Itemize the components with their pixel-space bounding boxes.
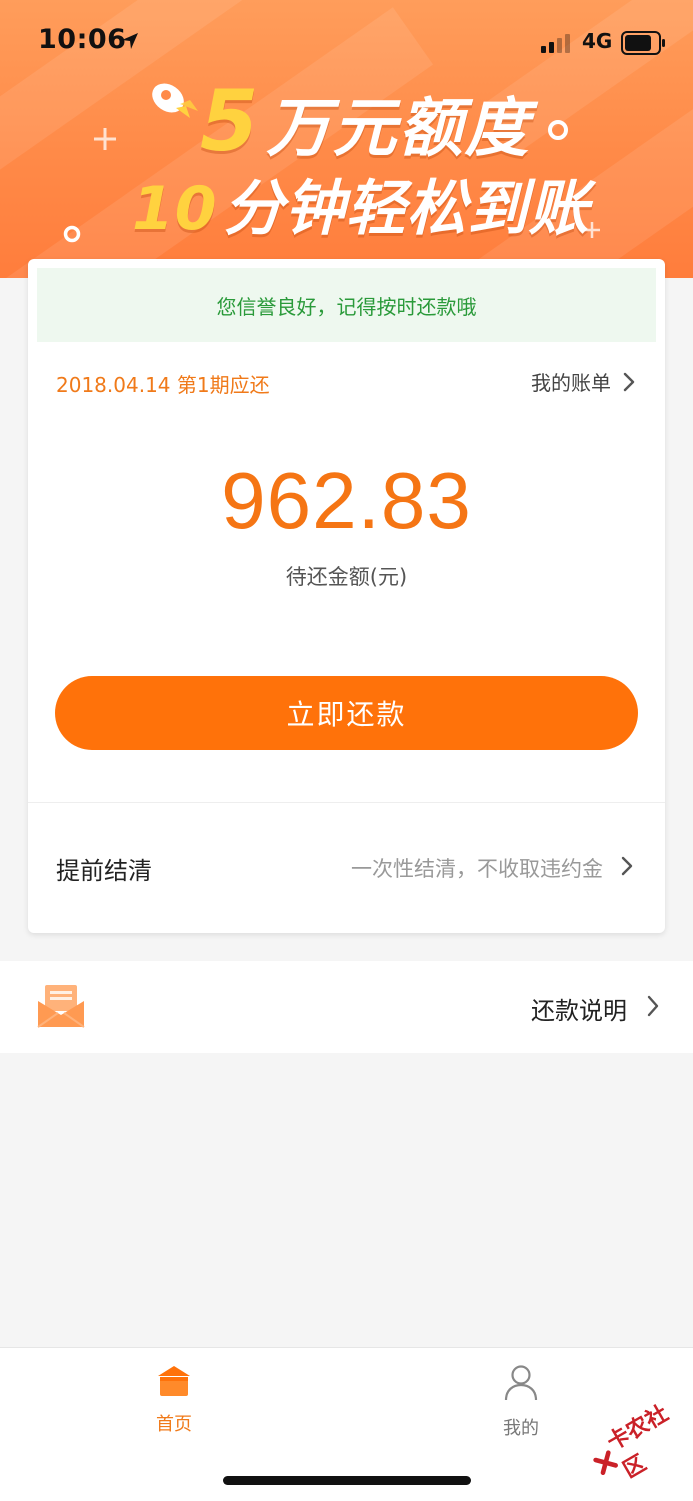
tab-mine-label: 我的 [503,1418,539,1439]
chevron-right-icon [621,856,633,876]
repay-now-button[interactable]: 立即还款 [55,676,638,750]
early-settle-title: 提前结清 [56,857,152,885]
ring-icon [548,120,568,140]
network-type: 4G [582,29,613,53]
repay-instructions-label: 还款说明 [531,997,627,1025]
sparkle-icon [584,222,600,238]
home-indicator[interactable] [223,1476,471,1485]
home-icon [158,1366,190,1396]
rocket-icon [152,83,198,118]
credit-notice: 您信誉良好，记得按时还款哦 [37,268,656,342]
amount-due: 962.83 [221,456,472,545]
promo-banner: 10:06 4G 5万元额度 10 分钟轻松到账 [0,0,693,278]
sparkle-icon [94,128,116,150]
chevron-right-icon [623,372,635,391]
location-arrow-icon [122,33,138,49]
tab-home[interactable]: 首页 [114,1364,234,1436]
tab-home-label: 首页 [156,1414,192,1435]
amount-due-label: 待还金额(元) [285,565,408,589]
my-bill-label: 我的账单 [531,371,611,395]
chevron-right-icon [647,995,659,1017]
due-date-label: 2018.04.14 第1期应还 [56,373,270,397]
promo-headline-1: 5万元额度 [200,72,531,170]
promo-headline-2: 10 分钟轻松到账 [132,174,590,244]
my-bill-link[interactable]: 我的账单 [531,367,635,396]
early-settle-row[interactable]: 提前结清 一次性结清，不收取违约金 [28,803,665,931]
status-time: 10:06 [38,24,127,55]
battery-icon [621,31,665,55]
tab-mine[interactable]: 我的 [461,1364,581,1440]
person-icon [504,1365,538,1401]
repayment-card: 您信誉良好，记得按时还款哦 2018.04.14 第1期应还 我的账单 962.… [28,259,665,933]
ring-icon [63,225,81,243]
early-settle-description: 一次性结清，不收取违约金 [351,857,603,881]
repay-instructions-row[interactable]: 还款说明 [0,961,693,1053]
envelope-icon [37,985,85,1028]
signal-icon [541,34,570,53]
